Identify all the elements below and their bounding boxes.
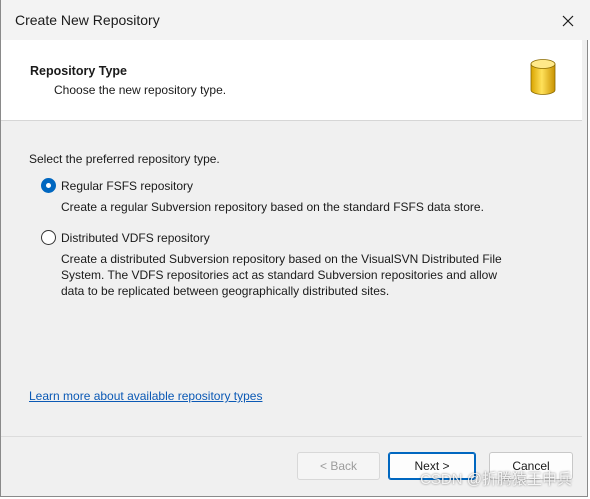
title-bar: Create New Repository: [1, 0, 590, 40]
radio-fsfs[interactable]: Regular FSFS repository: [41, 178, 193, 193]
dialog-window: Create New Repository Repository Type Ch…: [0, 0, 590, 497]
vdfs-description-line: System. The VDFS repositories act as sta…: [61, 268, 497, 282]
radio-fsfs-label[interactable]: Regular FSFS repository: [61, 179, 193, 193]
fsfs-description: Create a regular Subversion repository b…: [61, 200, 484, 214]
content-area: Select the preferred repository type. Re…: [1, 121, 582, 436]
radio-vdfs-label[interactable]: Distributed VDFS repository: [61, 231, 210, 245]
prompt-text: Select the preferred repository type.: [29, 152, 220, 166]
back-button[interactable]: < Back: [297, 452, 380, 480]
footer-separator: [1, 436, 582, 437]
radio-vdfs[interactable]: Distributed VDFS repository: [41, 230, 210, 245]
header-subtitle: Choose the new repository type.: [54, 83, 227, 97]
header-title: Repository Type: [30, 64, 128, 78]
vdfs-description-line: Create a distributed Subversion reposito…: [61, 252, 502, 266]
radio-vdfs-indicator[interactable]: [41, 230, 56, 245]
vdfs-description: Create a distributed Subversion reposito…: [61, 251, 561, 299]
vdfs-description-line: data to be replicated between geographic…: [61, 284, 390, 298]
learn-more-link[interactable]: Learn more about available repository ty…: [29, 389, 262, 403]
database-icon: [530, 59, 556, 95]
wizard-header: Repository Type Choose the new repositor…: [1, 40, 582, 121]
watermark-text: CSDN @折腾猿王申兵: [420, 471, 572, 488]
close-button[interactable]: [555, 8, 581, 34]
radio-fsfs-indicator[interactable]: [41, 178, 56, 193]
window-title: Create New Repository: [15, 12, 160, 28]
close-icon: [562, 15, 574, 27]
